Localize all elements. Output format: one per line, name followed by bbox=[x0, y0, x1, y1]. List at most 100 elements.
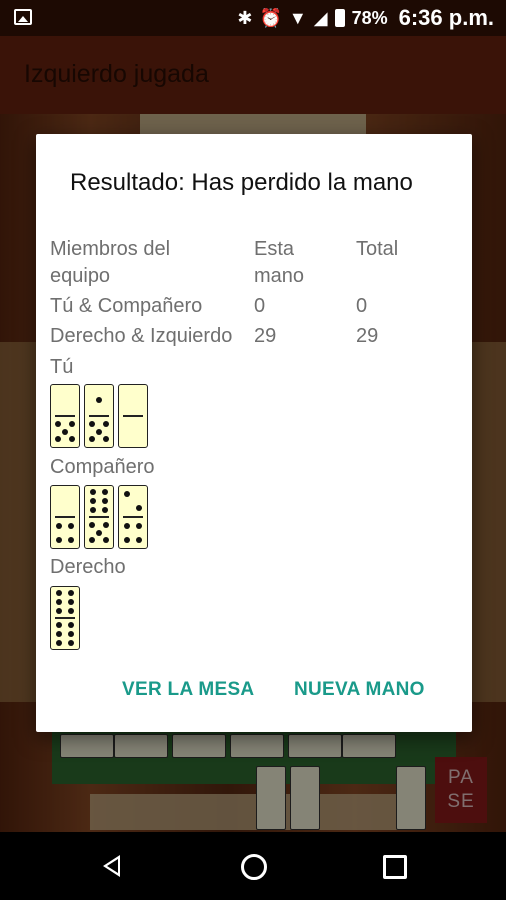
home-icon[interactable] bbox=[241, 854, 267, 880]
team-total: 29 bbox=[356, 325, 379, 347]
view-table-button[interactable]: VER LA MESA bbox=[122, 679, 254, 701]
domino-tile bbox=[84, 485, 114, 549]
pip bbox=[103, 421, 109, 428]
pip bbox=[68, 621, 75, 628]
pip bbox=[68, 523, 75, 530]
pip bbox=[55, 608, 62, 615]
pip bbox=[55, 590, 62, 597]
domino-tile bbox=[118, 485, 148, 549]
recents-icon[interactable] bbox=[383, 855, 407, 879]
pip bbox=[55, 523, 62, 530]
hand-right bbox=[50, 586, 80, 650]
domino-half bbox=[119, 486, 147, 516]
pip bbox=[136, 504, 143, 511]
pip bbox=[68, 590, 75, 597]
score-row: Tú & Compañero 0 0 bbox=[50, 293, 470, 321]
header-members: Miembros del equipo bbox=[50, 238, 171, 287]
pip bbox=[102, 489, 109, 496]
clock: 6:36 p.m. bbox=[398, 5, 494, 30]
pip bbox=[55, 421, 61, 428]
pip bbox=[89, 436, 95, 443]
score-header-row: Miembros del equipo Esta mano Total bbox=[50, 236, 470, 292]
wifi-icon: ▼ bbox=[288, 8, 307, 28]
domino-tile bbox=[50, 586, 80, 650]
pip bbox=[89, 421, 95, 428]
pip bbox=[123, 523, 130, 530]
pip bbox=[68, 599, 75, 606]
pip bbox=[123, 536, 130, 543]
pip bbox=[96, 428, 102, 435]
pip bbox=[89, 489, 96, 496]
domino-half bbox=[51, 587, 79, 617]
domino-half bbox=[51, 619, 79, 649]
domino-half bbox=[85, 417, 113, 447]
result-dialog: Resultado: Has perdido la mano Miembros … bbox=[36, 134, 472, 732]
status-icons: ✱ ⏰ ▼ ◢ 78% 6:36 p.m. bbox=[237, 5, 494, 31]
pip bbox=[55, 621, 62, 628]
pip bbox=[55, 436, 61, 443]
domino-tile bbox=[50, 384, 80, 448]
player-label-partner: Compañero bbox=[50, 456, 155, 478]
domino-half bbox=[85, 486, 113, 516]
image-notification-icon bbox=[14, 9, 32, 25]
pip bbox=[103, 537, 109, 544]
pip bbox=[69, 436, 75, 443]
player-label-right: Derecho bbox=[50, 556, 126, 578]
team-name: Tú & Compañero bbox=[50, 295, 203, 317]
pip bbox=[55, 630, 62, 637]
domino-half bbox=[51, 417, 79, 447]
pip bbox=[103, 522, 109, 529]
bluetooth-icon: ✱ bbox=[237, 8, 253, 28]
pip bbox=[89, 498, 96, 505]
domino-tile bbox=[84, 384, 114, 448]
team-this-hand: 29 bbox=[254, 325, 277, 347]
pip bbox=[103, 436, 109, 443]
header-this-hand: Esta mano bbox=[254, 238, 305, 287]
pip bbox=[136, 523, 143, 530]
battery-icon bbox=[334, 9, 345, 27]
hand-partner bbox=[50, 485, 148, 549]
pip bbox=[96, 529, 102, 536]
pip bbox=[123, 491, 130, 498]
pip bbox=[102, 498, 109, 505]
signal-icon: ◢ bbox=[313, 8, 328, 28]
battery-level: 78% bbox=[351, 7, 388, 28]
pip bbox=[136, 536, 143, 543]
score-row: Derecho & Izquierdo 29 29 bbox=[50, 323, 470, 351]
pip bbox=[68, 536, 75, 543]
domino-half bbox=[85, 518, 113, 548]
pip bbox=[68, 639, 75, 646]
dialog-title: Resultado: Has perdido la mano bbox=[70, 169, 413, 196]
new-hand-button[interactable]: NUEVA MANO bbox=[294, 679, 425, 701]
back-icon[interactable] bbox=[103, 855, 120, 877]
alarm-icon: ⏰ bbox=[259, 8, 282, 28]
navigation-bar bbox=[0, 832, 506, 900]
hand-you bbox=[50, 384, 148, 448]
domino-half bbox=[119, 518, 147, 548]
pip bbox=[62, 428, 68, 435]
domino-half bbox=[51, 486, 79, 516]
pip bbox=[96, 397, 102, 404]
domino-half bbox=[119, 417, 147, 447]
header-total: Total bbox=[356, 238, 399, 260]
pip bbox=[55, 599, 62, 606]
pip bbox=[68, 630, 75, 637]
team-this-hand: 0 bbox=[254, 295, 266, 317]
pip bbox=[102, 507, 109, 514]
team-name: Derecho & Izquierdo bbox=[50, 325, 233, 347]
domino-half bbox=[51, 518, 79, 548]
team-total: 0 bbox=[356, 295, 368, 317]
pip bbox=[89, 537, 95, 544]
pip bbox=[69, 421, 75, 428]
pip bbox=[89, 507, 96, 514]
player-label-you: Tú bbox=[50, 356, 74, 378]
domino-tile bbox=[118, 384, 148, 448]
pip bbox=[89, 522, 95, 529]
domino-half bbox=[119, 385, 147, 415]
pip bbox=[55, 639, 62, 646]
domino-half bbox=[85, 385, 113, 415]
domino-tile bbox=[50, 485, 80, 549]
pip bbox=[55, 536, 62, 543]
status-bar: ✱ ⏰ ▼ ◢ 78% 6:36 p.m. bbox=[0, 0, 506, 36]
pip bbox=[68, 608, 75, 615]
